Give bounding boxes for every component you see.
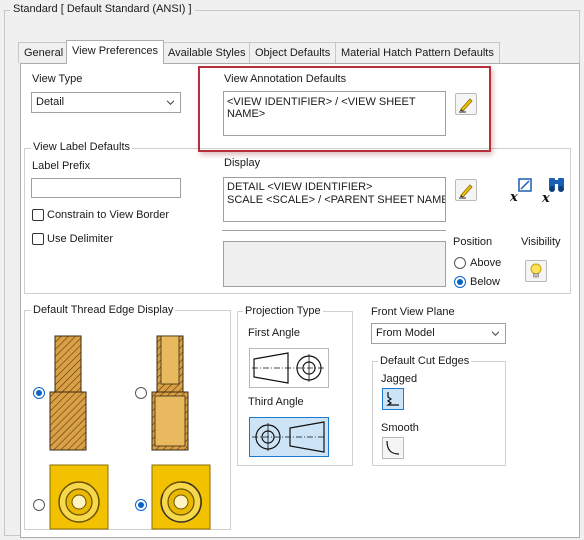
- front-view-plane-select[interactable]: From Model: [371, 323, 506, 344]
- text-parameter-icon: x: [509, 178, 532, 205]
- cut-edges-title: Default Cut Edges: [378, 355, 472, 367]
- constrain-checkbox[interactable]: [32, 209, 44, 221]
- view-label-defaults-title: View Label Defaults: [31, 141, 133, 153]
- front-view-plane-label: Front View Plane: [371, 306, 455, 318]
- pencil-edit-icon: [459, 184, 473, 199]
- edit-display-button[interactable]: [455, 179, 477, 201]
- svg-text:x: x: [541, 191, 550, 204]
- view-type-select[interactable]: Detail: [31, 92, 181, 113]
- view-type-value: Detail: [36, 96, 65, 108]
- pencil-edit-icon: [459, 98, 473, 113]
- partial-thread-image: [151, 334, 191, 454]
- lightbulb-icon: [530, 263, 542, 278]
- tab-view-preferences[interactable]: View Preferences: [66, 40, 165, 64]
- display-label: Display: [224, 157, 261, 169]
- visibility-button[interactable]: [525, 260, 547, 282]
- first-angle-projection-icon: [252, 352, 326, 384]
- edit-annotation-button[interactable]: [455, 93, 477, 115]
- visibility-label: Visibility: [521, 236, 561, 248]
- tab-general[interactable]: General: [18, 42, 70, 63]
- thread-end-partial-radio[interactable]: [135, 499, 147, 511]
- text-parameter-button[interactable]: x: [508, 176, 534, 205]
- thread-partial-radio[interactable]: [135, 387, 147, 399]
- display-line-2: SCALE <SCALE> / <PARENT SHEET NAME><: [227, 194, 446, 206]
- jagged-edge-icon: [386, 392, 399, 406]
- label-prefix-label: Label Prefix: [32, 160, 91, 172]
- thread-edge-title: Default Thread Edge Display: [31, 304, 176, 316]
- jagged-label: Jagged: [381, 373, 418, 385]
- binoculars-parameter-icon: x: [541, 178, 564, 206]
- chevron-down-icon: [492, 331, 499, 336]
- label-prefix-input[interactable]: [31, 178, 181, 198]
- third-angle-button[interactable]: [249, 417, 329, 457]
- tab-object-defaults[interactable]: Object Defaults: [249, 42, 337, 63]
- display-line-1: DETAIL <VIEW IDENTIFIER>: [227, 181, 373, 193]
- third-angle-projection-icon: [252, 421, 326, 453]
- position-label: Position: [453, 236, 493, 248]
- full-thread-end-image: [49, 464, 109, 530]
- thread-end-full-radio[interactable]: [33, 499, 45, 511]
- view-type-label: View Type: [32, 73, 83, 85]
- constrain-label: Constrain to View Border: [47, 209, 170, 221]
- display-separator: [222, 230, 446, 232]
- smooth-edge-icon: [386, 440, 400, 455]
- svg-text:x: x: [509, 190, 518, 204]
- jagged-button[interactable]: [382, 388, 404, 410]
- annotation-defaults-text: <VIEW IDENTIFIER> / <VIEW SHEET NAME>: [227, 96, 416, 120]
- tab-available-styles[interactable]: Available Styles: [162, 42, 252, 63]
- first-angle-button[interactable]: [249, 348, 329, 388]
- third-angle-label: Third Angle: [248, 396, 304, 408]
- above-radio[interactable]: [454, 257, 466, 269]
- tab-material-hatch-pattern-defaults[interactable]: Material Hatch Pattern Defaults: [335, 42, 500, 63]
- partial-thread-end-image: [151, 464, 211, 530]
- delimiter-label: Use Delimiter: [47, 233, 114, 245]
- first-angle-label: First Angle: [248, 327, 300, 339]
- full-thread-image: [49, 334, 89, 454]
- display-field[interactable]: DETAIL <VIEW IDENTIFIER> SCALE <SCALE> /…: [223, 177, 446, 222]
- binoculars-parameter-button[interactable]: x: [540, 176, 568, 206]
- smooth-label: Smooth: [381, 422, 419, 434]
- annotation-defaults-label: View Annotation Defaults: [224, 73, 347, 85]
- display-preview: [223, 241, 446, 287]
- dialog-title: Standard [ Default Standard (ANSI) ]: [10, 3, 195, 15]
- below-label: Below: [470, 276, 500, 288]
- below-radio[interactable]: [454, 276, 466, 288]
- delimiter-checkbox[interactable]: [32, 233, 44, 245]
- above-label: Above: [470, 257, 502, 269]
- front-view-plane-value: From Model: [376, 327, 435, 339]
- smooth-button[interactable]: [382, 437, 404, 459]
- thread-full-radio[interactable]: [33, 387, 45, 399]
- projection-type-title: Projection Type: [243, 305, 323, 317]
- chevron-down-icon: [167, 100, 174, 105]
- annotation-defaults-field[interactable]: <VIEW IDENTIFIER> / <VIEW SHEET NAME>: [223, 91, 446, 136]
